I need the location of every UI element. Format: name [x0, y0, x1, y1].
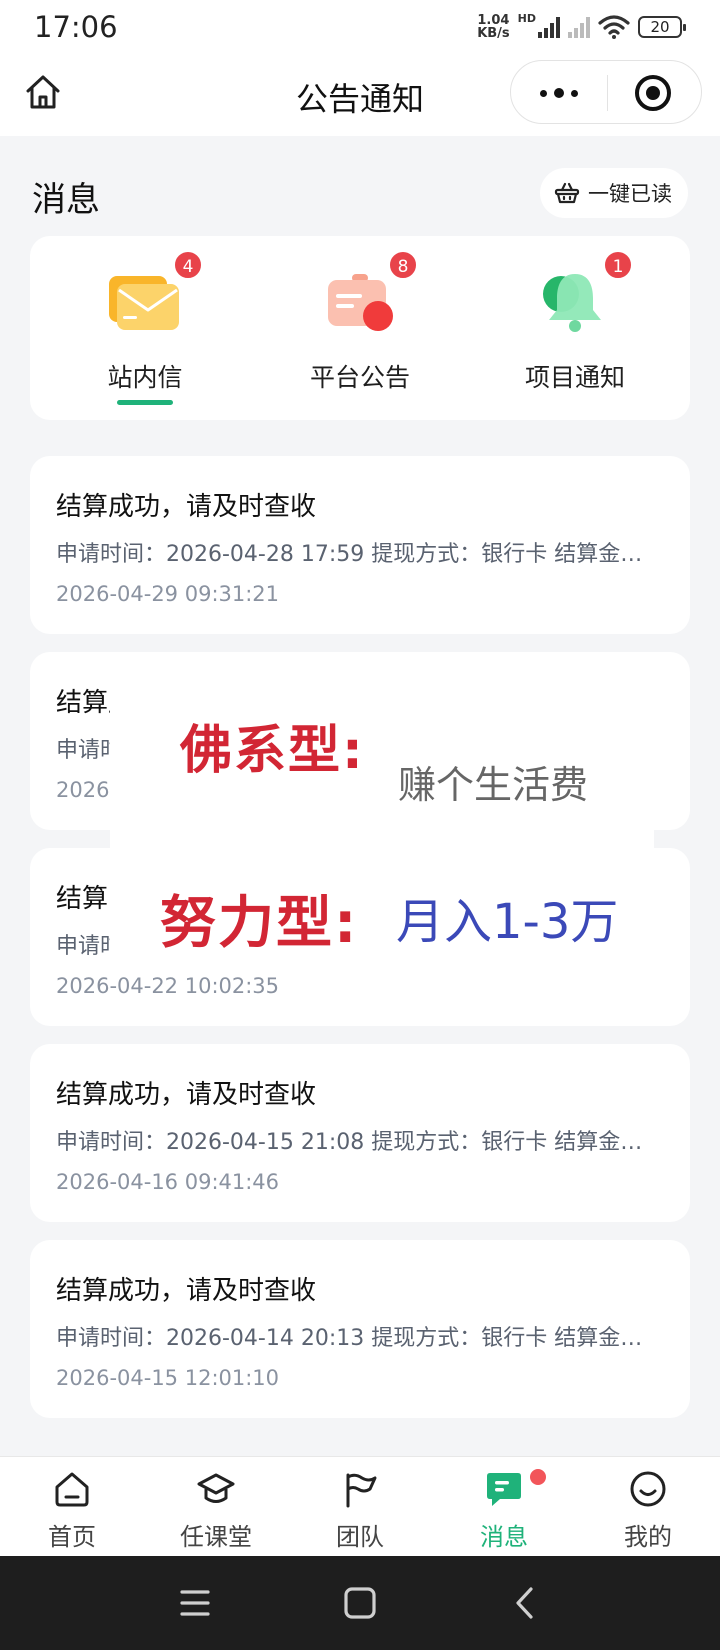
mark-all-read-label: 一键已读 [588, 182, 672, 206]
tab-label: 我的 [624, 1523, 672, 1551]
signal-off-icon [568, 16, 590, 38]
hd-label: HD [517, 12, 536, 25]
category-label: 平台公告 [309, 363, 410, 392]
mark-all-read-button[interactable]: 一键已读 [540, 168, 688, 218]
tab-label: 首页 [48, 1523, 96, 1551]
message-card[interactable]: 结算成功，请及时查收 申请时间：2026-04-15 21:08 提现方式：银行… [30, 1044, 690, 1222]
badge-count: 1 [603, 250, 633, 280]
capsule-divider [607, 75, 608, 111]
basket-icon [554, 182, 580, 204]
chat-icon [487, 1473, 521, 1506]
notification-dot [530, 1469, 546, 1485]
nav-header: 公告通知 [0, 54, 720, 136]
badge-count: 4 [173, 250, 203, 280]
target-icon[interactable] [635, 75, 671, 111]
overlay-value: 赚个生活费 [398, 763, 589, 807]
bottom-tab-bar: 首页 任课堂 团队 消息 我的 [0, 1456, 720, 1556]
section-title: 消息 [32, 180, 100, 220]
message-card[interactable]: 结算成功，请及时查收 申请时间：2026-04-28 17:59 提现方式：银行… [30, 456, 690, 634]
bell-icon [543, 274, 601, 332]
status-icons: 1.04 KB/s HD 20 [477, 12, 686, 42]
tab-messages[interactable]: 消息 [432, 1457, 576, 1557]
mail-icon [109, 276, 179, 330]
category-platform-announcement[interactable]: 8 平台公告 [270, 236, 450, 420]
message-desc: 申请时间：2026-04-14 20:13 提现方式：银行卡 结算金额： [56, 1326, 664, 1351]
message-title: 结算成功，请及时查收 [56, 1276, 317, 1306]
back-icon[interactable] [500, 1578, 550, 1628]
message-time: 2026-04-16 09:41:46 [56, 1170, 280, 1194]
tab-classroom[interactable]: 任课堂 [144, 1457, 288, 1557]
message-title: 结算 [56, 884, 109, 914]
badge-count: 8 [388, 250, 418, 280]
message-time: 2026-04-22 10:02:35 [56, 974, 280, 998]
graduation-cap-icon [197, 1473, 235, 1503]
message-title: 结算成功，请及时查收 [56, 492, 317, 522]
tab-profile[interactable]: 我的 [576, 1457, 720, 1557]
overlay-label: 佛系型: [180, 721, 365, 781]
home-icon [55, 1472, 89, 1507]
category-label: 项目通知 [524, 363, 625, 392]
more-icon[interactable] [511, 61, 607, 125]
smiley-icon [630, 1471, 666, 1507]
message-time: 2026-04-15 12:01:10 [56, 1366, 280, 1390]
mini-program-capsule [510, 60, 702, 124]
message-desc: 申请时间：2026-04-28 17:59 提现方式：银行卡 结算金额： [56, 542, 664, 567]
category-card: 4 站内信 8 平台公告 1 项目通知 [30, 236, 690, 420]
category-label: 站内信 [107, 363, 183, 392]
status-time: 17:06 [34, 10, 118, 44]
message-desc: 申请时间：2026-04-15 21:08 提现方式：银行卡 结算金额： [56, 1130, 664, 1155]
system-nav-bar [0, 1556, 720, 1650]
active-tab-indicator [117, 400, 173, 405]
battery-icon: 20 [638, 16, 686, 38]
message-time: 2026-04-29 09:31:21 [56, 582, 280, 606]
menu-icon[interactable] [170, 1578, 220, 1628]
overlay-label: 努力型: [160, 891, 359, 956]
category-project-notice[interactable]: 1 项目通知 [485, 236, 665, 420]
message-title: 结算成功，请及时查收 [56, 1080, 317, 1110]
category-inbox[interactable]: 4 站内信 [55, 236, 235, 420]
net-speed: 1.04 KB/s [477, 13, 510, 41]
overlay-banner: 佛系型: 赚个生活费 努力型: 月入1-3万 [110, 668, 654, 968]
announcement-icon [328, 274, 393, 331]
tab-home[interactable]: 首页 [0, 1457, 144, 1557]
signal-icon [538, 16, 560, 38]
flag-icon [346, 1473, 377, 1508]
tab-label: 团队 [336, 1523, 384, 1551]
tab-label: 任课堂 [180, 1523, 252, 1551]
message-card[interactable]: 结算成功，请及时查收 申请时间：2026-04-14 20:13 提现方式：银行… [30, 1240, 690, 1418]
status-bar: 17:06 1.04 KB/s HD 20 [0, 0, 720, 54]
overlay-value: 月入1-3万 [396, 894, 619, 950]
tab-label: 消息 [480, 1523, 528, 1551]
message-time: 2026- [56, 778, 118, 802]
home-square-icon[interactable] [335, 1578, 385, 1628]
wifi-icon [598, 15, 630, 39]
tab-team[interactable]: 团队 [288, 1457, 432, 1557]
